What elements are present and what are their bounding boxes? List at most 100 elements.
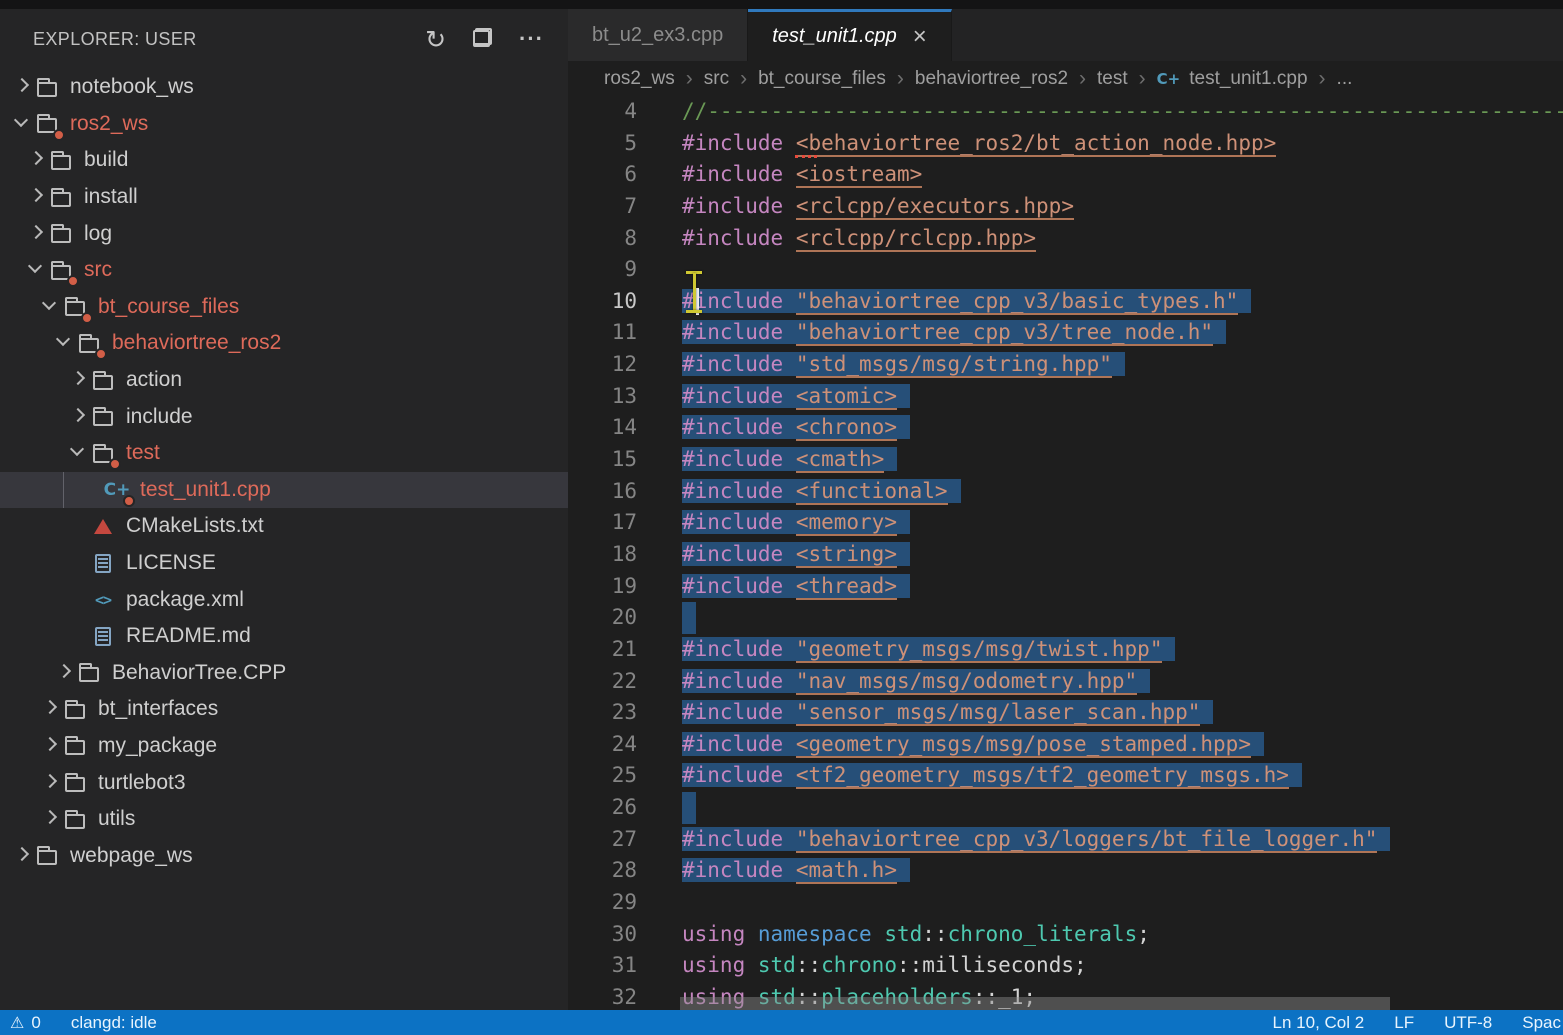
code-line-11[interactable]: 11#include "behaviortree_cpp_v3/tree_nod… — [568, 317, 1563, 349]
tree-item-README.md[interactable]: README.md — [0, 618, 568, 655]
code-line-4[interactable]: 4//-------------------------------------… — [568, 96, 1563, 128]
status-eol-sequence[interactable]: LF — [1394, 1013, 1414, 1033]
code-line-10[interactable]: 10#include "behaviortree_cpp_v3/basic_ty… — [568, 286, 1563, 318]
code-line-19[interactable]: 19#include <thread> — [568, 571, 1563, 603]
chevron-right-icon[interactable] — [26, 186, 48, 208]
more-actions-icon[interactable]: ··· — [519, 28, 544, 50]
tree-item-BehaviorTree.CPP[interactable]: BehaviorTree.CPP — [0, 655, 568, 692]
collapse-folders-icon[interactable] — [473, 27, 492, 52]
line-number: 14 — [568, 412, 637, 444]
chevron-right-icon[interactable] — [68, 369, 90, 391]
breadcrumb-item-test_unit1.cpp[interactable]: test_unit1.cpp — [1189, 68, 1307, 90]
tab-bt_u2_ex3.cpp[interactable]: bt_u2_ex3.cpp — [568, 9, 748, 61]
selection-highlight — [682, 792, 696, 824]
code-line-17[interactable]: 17#include <memory> — [568, 507, 1563, 539]
chevron-down-icon[interactable] — [54, 332, 76, 354]
status-problems[interactable]: ⚠0 — [10, 1013, 41, 1033]
tree-item-action[interactable]: action — [0, 362, 568, 399]
code-line-18[interactable]: 18#include <string> — [568, 539, 1563, 571]
code-line-21[interactable]: 21#include "geometry_msgs/msg/twist.hpp" — [568, 634, 1563, 666]
tree-item-utils[interactable]: utils — [0, 801, 568, 838]
status-clangd-status[interactable]: clangd: idle — [71, 1013, 157, 1033]
chevron-right-icon[interactable] — [40, 808, 62, 830]
breadcrumb-item-behaviortree_ros2[interactable]: behaviortree_ros2 — [915, 68, 1068, 90]
close-icon[interactable]: × — [913, 25, 927, 49]
breadcrumb-item-src[interactable]: src — [704, 68, 729, 90]
code-line-9[interactable]: 9 — [568, 254, 1563, 286]
tree-item-LICENSE[interactable]: LICENSE — [0, 545, 568, 582]
chevron-right-icon[interactable] — [40, 772, 62, 794]
code-line-25[interactable]: 25#include <tf2_geometry_msgs/tf2_geomet… — [568, 760, 1563, 792]
chevron-right-icon[interactable] — [12, 845, 34, 867]
code-line-30[interactable]: 30using namespace std::chrono_literals; — [568, 919, 1563, 951]
tree-item-package.xml[interactable]: <>package.xml — [0, 581, 568, 618]
code-line-29[interactable]: 29 — [568, 887, 1563, 919]
tree-item-bt_interfaces[interactable]: bt_interfaces — [0, 691, 568, 728]
code-text: //--------------------------------------… — [682, 96, 1563, 128]
code-line-28[interactable]: 28#include <math.h> — [568, 855, 1563, 887]
chevron-down-icon[interactable] — [68, 442, 90, 464]
tree-item-webpage_ws[interactable]: webpage_ws — [0, 837, 568, 874]
code-line-20[interactable]: 20 — [568, 602, 1563, 634]
tree-item-test[interactable]: test — [0, 435, 568, 472]
code-line-31[interactable]: 31using std::chrono::milliseconds; — [568, 950, 1563, 982]
tree-item-label: src — [84, 258, 112, 282]
tree-item-include[interactable]: include — [0, 398, 568, 435]
code-line-26[interactable]: 26 — [568, 792, 1563, 824]
code-line-7[interactable]: 7#include <rclcpp/executors.hpp> — [568, 191, 1563, 223]
tree-item-label: CMakeLists.txt — [126, 514, 264, 538]
window-top-strip — [0, 0, 1563, 9]
code-line-27[interactable]: 27#include "behaviortree_cpp_v3/loggers/… — [568, 824, 1563, 856]
refresh-icon[interactable]: ↻ — [425, 27, 446, 52]
tree-item-test_unit1.cpp[interactable]: C+test_unit1.cpp — [0, 472, 568, 509]
breadcrumb-item-bt_course_files[interactable]: bt_course_files — [758, 68, 886, 90]
doc-icon — [90, 623, 116, 649]
tab-test_unit1.cpp[interactable]: test_unit1.cpp× — [748, 9, 952, 61]
chevron-down-icon[interactable] — [40, 296, 62, 318]
chevron-right-icon[interactable] — [12, 76, 34, 98]
code-line-13[interactable]: 13#include <atomic> — [568, 381, 1563, 413]
tree-item-turtlebot3[interactable]: turtlebot3 — [0, 764, 568, 801]
horizontal-scrollbar[interactable] — [680, 997, 1390, 1010]
chevron-right-icon[interactable] — [68, 406, 90, 428]
code-line-8[interactable]: 8#include <rclcpp/rclcpp.hpp> — [568, 223, 1563, 255]
tree-item-ros2_ws[interactable]: ros2_ws — [0, 106, 568, 143]
tree-item-behaviortree_ros2[interactable]: behaviortree_ros2 — [0, 325, 568, 362]
chevron-down-icon[interactable] — [26, 259, 48, 281]
tree-item-CMakeLists.txt[interactable]: CMakeLists.txt — [0, 508, 568, 545]
breadcrumb-item-ros2_ws[interactable]: ros2_ws — [604, 68, 675, 90]
chevron-spacer — [68, 515, 90, 537]
code-line-12[interactable]: 12#include "std_msgs/msg/string.hpp" — [568, 349, 1563, 381]
breadcrumb-item-...[interactable]: ... — [1337, 68, 1353, 90]
code-line-16[interactable]: 16#include <functional> — [568, 476, 1563, 508]
tree-item-bt_course_files[interactable]: bt_course_files — [0, 289, 568, 326]
code-line-22[interactable]: 22#include "nav_msgs/msg/odometry.hpp" — [568, 666, 1563, 698]
tree-item-notebook_ws[interactable]: notebook_ws — [0, 69, 568, 106]
tree-item-src[interactable]: src — [0, 252, 568, 289]
chevron-right-icon[interactable] — [26, 149, 48, 171]
chevron-right-icon[interactable] — [26, 223, 48, 245]
code-line-15[interactable]: 15#include <cmath> — [568, 444, 1563, 476]
code-text: #include <tf2_geometry_msgs/tf2_geometry… — [682, 760, 1302, 792]
code-editor[interactable]: 4//-------------------------------------… — [568, 96, 1563, 1010]
breadcrumb-item-test[interactable]: test — [1097, 68, 1128, 90]
code-line-24[interactable]: 24#include <geometry_msgs/msg/pose_stamp… — [568, 729, 1563, 761]
chevron-down-icon[interactable] — [12, 113, 34, 135]
tree-item-build[interactable]: build — [0, 142, 568, 179]
chevron-right-icon[interactable] — [40, 735, 62, 757]
code-line-14[interactable]: 14#include <chrono> — [568, 412, 1563, 444]
chevron-right-icon[interactable] — [40, 698, 62, 720]
tree-item-label: build — [84, 148, 128, 172]
code-line-6[interactable]: 6#include <iostream> — [568, 159, 1563, 191]
code-line-23[interactable]: 23#include "sensor_msgs/msg/laser_scan.h… — [568, 697, 1563, 729]
code-text: #include "std_msgs/msg/string.hpp" — [682, 349, 1125, 381]
status-encoding[interactable]: UTF-8 — [1444, 1013, 1492, 1033]
selection-highlight: #include <cmath> — [682, 447, 897, 471]
status-cursor-position[interactable]: Ln 10, Col 2 — [1273, 1013, 1365, 1033]
tree-item-log[interactable]: log — [0, 215, 568, 252]
code-line-5[interactable]: 5#include <behaviortree_ros2/bt_action_n… — [568, 128, 1563, 160]
chevron-right-icon[interactable] — [54, 662, 76, 684]
tree-item-install[interactable]: install — [0, 179, 568, 216]
status-indentation[interactable]: Spac — [1522, 1013, 1561, 1033]
tree-item-my_package[interactable]: my_package — [0, 728, 568, 765]
